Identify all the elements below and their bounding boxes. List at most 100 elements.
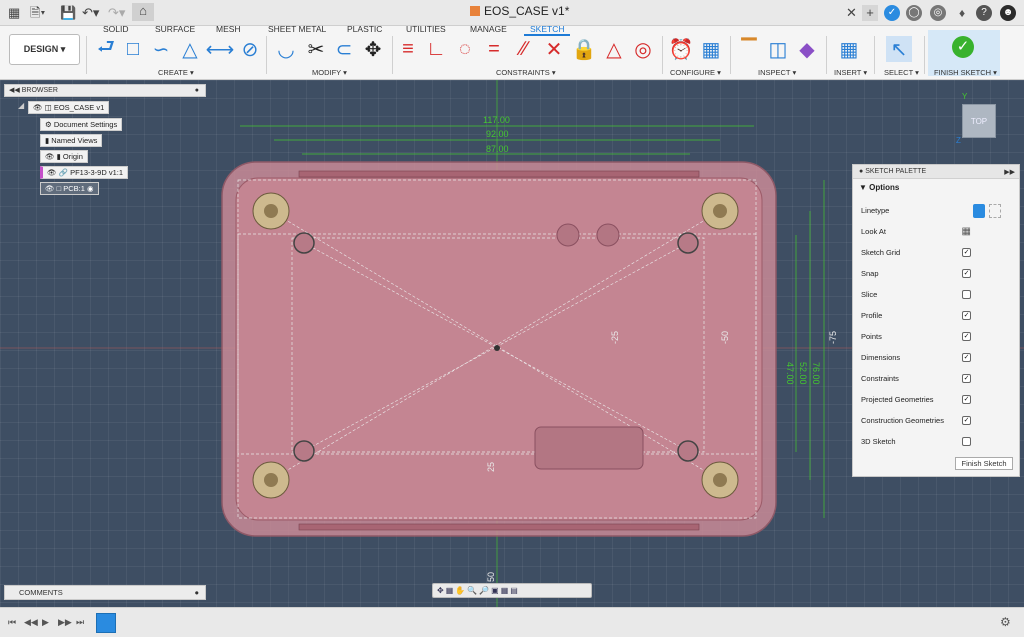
snap-checkbox[interactable]: ✓: [962, 269, 971, 278]
mounting-boss[interactable]: [252, 461, 290, 499]
lock-icon[interactable]: 🔒: [572, 36, 597, 62]
symmetry-icon[interactable]: △: [602, 36, 626, 62]
tangent-icon[interactable]: ◌: [452, 36, 478, 62]
parallel-icon[interactable]: ∕∕: [512, 36, 536, 62]
circle-icon[interactable]: ⊘: [238, 36, 262, 62]
look-at-icon[interactable]: ▦: [962, 222, 971, 242]
origin-point[interactable]: [494, 345, 500, 351]
navigation-bar[interactable]: ✥▦✋🔍🔎▣▦▤: [432, 583, 592, 598]
timeline-sketch-icon[interactable]: [96, 613, 116, 633]
tab-plastic[interactable]: PLASTIC: [347, 24, 382, 34]
eye-icon[interactable]: 👁: [33, 103, 43, 112]
display-component-colors-icon[interactable]: ◆: [794, 36, 820, 62]
concentric-icon[interactable]: ◎: [630, 36, 656, 62]
configure-table-icon[interactable]: ▦: [698, 36, 724, 62]
create-menu[interactable]: CREATE ▾: [158, 68, 194, 77]
tab-manage[interactable]: MANAGE: [470, 24, 507, 34]
points-checkbox[interactable]: ✓: [962, 332, 971, 341]
usb-cutout[interactable]: [534, 426, 644, 470]
modify-menu[interactable]: MODIFY ▾: [312, 68, 347, 77]
comments-panel[interactable]: COMMENTS ●: [4, 585, 206, 600]
pan-icon[interactable]: ✋: [455, 586, 467, 595]
dimension-87[interactable]: 87.00: [486, 144, 509, 154]
pcb-hole[interactable]: [677, 440, 699, 462]
trim-icon[interactable]: ✂: [304, 36, 328, 62]
constraints-checkbox[interactable]: ✓: [962, 374, 971, 383]
browser-item-root[interactable]: 👁 ◫ EOS_CASE v1: [28, 101, 110, 114]
triangle-icon[interactable]: △: [178, 36, 202, 62]
viewports-icon[interactable]: ▤: [510, 586, 520, 595]
grid-settings-icon[interactable]: ▦: [501, 586, 511, 595]
dimension-52[interactable]: 52.00: [798, 362, 808, 385]
home-icon[interactable]: ⌂: [132, 3, 154, 21]
measure-icon[interactable]: ▔: [736, 36, 762, 62]
dimensions-checkbox[interactable]: ✓: [962, 353, 971, 362]
construction-geometries-checkbox[interactable]: ✓: [962, 416, 971, 425]
options-section[interactable]: ▼ Options: [859, 183, 899, 192]
help-icon[interactable]: ?: [976, 5, 992, 21]
mounting-boss[interactable]: [701, 192, 739, 230]
rectangle-icon[interactable]: □: [120, 36, 146, 62]
projected-geometries-checkbox[interactable]: ✓: [962, 395, 971, 404]
file-menu-icon[interactable]: 🗎▾: [30, 5, 45, 21]
finish-check-icon[interactable]: ✓: [952, 36, 974, 58]
eye-icon[interactable]: 👁: [47, 168, 57, 177]
new-tab-icon[interactable]: +: [862, 5, 878, 21]
tab-sheet-metal[interactable]: SHEET METAL: [268, 24, 326, 34]
line-icon[interactable]: ⮐: [92, 36, 120, 62]
pin-icon[interactable]: ●: [195, 85, 199, 96]
configure-menu[interactable]: CONFIGURE ▾: [670, 68, 721, 77]
dimension-tool-icon[interactable]: ⟷: [206, 36, 235, 62]
online-icon[interactable]: ✓: [884, 5, 900, 21]
insert-image-icon[interactable]: ▦: [836, 36, 862, 62]
finish-sketch-menu[interactable]: FINISH SKETCH ▾: [934, 68, 997, 77]
equal-icon[interactable]: =: [482, 36, 506, 62]
pcb-hole[interactable]: [293, 440, 315, 462]
eye-hidden-icon[interactable]: 👁: [45, 152, 55, 161]
orbit-icon[interactable]: ✥: [437, 586, 446, 595]
browser-item-pf13[interactable]: 👁 🔗 PF13-3-9D v1:1: [40, 166, 129, 179]
offset-icon[interactable]: ⊂: [332, 36, 356, 62]
sketch-grid-checkbox[interactable]: ✓: [962, 248, 971, 257]
notification-bell-icon[interactable]: ♦: [954, 5, 970, 21]
tab-mesh[interactable]: MESH: [216, 24, 241, 34]
first-step-icon[interactable]: ⏮: [8, 617, 16, 628]
undo-icon[interactable]: ↶▾: [82, 5, 99, 21]
pcb-hole[interactable]: [677, 232, 699, 254]
extensions-icon[interactable]: ◎: [930, 5, 946, 21]
profile-checkbox[interactable]: ✓: [962, 311, 971, 320]
pin-icon[interactable]: ●: [194, 586, 199, 599]
dimension-47[interactable]: 47.00: [785, 362, 795, 385]
constraints-menu[interactable]: CONSTRAINTS ▾: [496, 68, 556, 77]
user-avatar[interactable]: ☻: [1000, 5, 1016, 21]
fillet-icon[interactable]: ◡: [274, 36, 298, 62]
mounting-boss[interactable]: [252, 192, 290, 230]
zoom-window-icon[interactable]: 🔎: [479, 586, 491, 595]
spline-icon[interactable]: ∽: [148, 36, 174, 62]
design-workspace-button[interactable]: DESIGN ▾: [9, 34, 80, 65]
linetype-normal-icon[interactable]: [989, 204, 1001, 218]
next-step-icon[interactable]: ▶▶: [58, 617, 72, 628]
apps-grid-icon[interactable]: ▦: [8, 5, 20, 21]
move-icon[interactable]: ✥: [360, 36, 386, 62]
tab-sketch[interactable]: SKETCH: [524, 24, 571, 36]
select-menu[interactable]: SELECT ▾: [884, 68, 919, 77]
interference-icon[interactable]: ◫: [766, 36, 790, 62]
browser-item-named-views[interactable]: ▮ Named Views: [40, 134, 103, 147]
look-at-icon[interactable]: ▦: [446, 586, 456, 595]
previous-step-icon[interactable]: ◀◀: [24, 617, 38, 628]
insert-menu[interactable]: INSERT ▾: [834, 68, 867, 77]
document-tab[interactable]: EOS_CASE v1*: [470, 4, 569, 18]
perpendicular-icon[interactable]: ∟: [424, 36, 448, 62]
browser-panel-header[interactable]: ◀◀ BROWSER ●: [4, 84, 206, 97]
timeline-settings-gear-icon[interactable]: ⚙: [1000, 615, 1011, 629]
change-parameters-icon[interactable]: ⏰: [668, 36, 694, 62]
jobs-icon[interactable]: ◯: [906, 5, 922, 21]
coincident-icon[interactable]: ✕: [542, 36, 566, 62]
mounting-boss[interactable]: [701, 461, 739, 499]
close-tab-icon[interactable]: ✕: [846, 5, 857, 21]
tab-utilities[interactable]: UTILITIES: [406, 24, 446, 34]
3d-sketch-checkbox[interactable]: [962, 437, 971, 446]
dimension-76[interactable]: 76.00: [811, 362, 821, 385]
linetype-construction-icon[interactable]: [973, 204, 985, 218]
